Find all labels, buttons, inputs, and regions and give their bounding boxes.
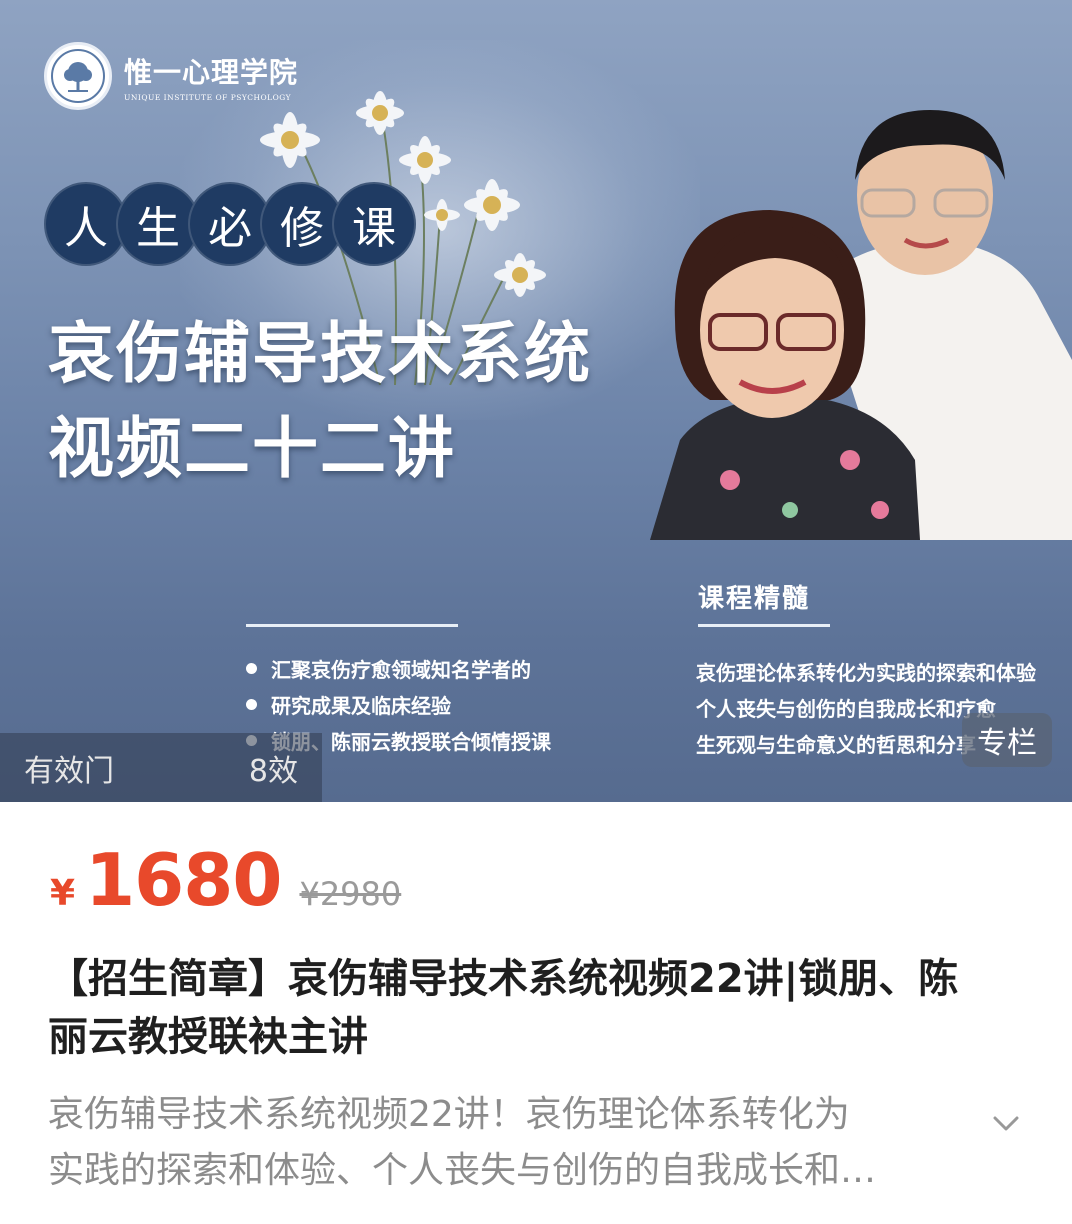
list-item: 研究成果及临床经验 bbox=[246, 686, 551, 722]
original-price: ¥2980 bbox=[299, 875, 402, 913]
tree-logo-icon bbox=[44, 42, 112, 110]
price-row: ¥ 1680 ¥2980 bbox=[50, 838, 401, 922]
pill-char: 课 bbox=[332, 182, 416, 266]
current-price: 1680 bbox=[85, 838, 282, 922]
course-banner[interactable]: 惟一心理学院 UNIQUE INSTITUTE OF PSYCHOLOGY 人 … bbox=[0, 0, 1072, 802]
banner-headline-line1: 哀伤辅导技术系统 bbox=[48, 315, 592, 392]
course-title: 【招生简章】哀伤辅导技术系统视频22讲|锁朋、陈丽云教授联袂主讲 bbox=[48, 956, 959, 1060]
bullet-text: 汇聚哀伤疗愈领域知名学者的 bbox=[271, 657, 531, 682]
bullet-dot-icon bbox=[246, 662, 257, 674]
watermark-overlay: 有效门 8效 bbox=[0, 733, 322, 802]
watermark-text-left: 有效门 bbox=[24, 753, 114, 789]
currency-symbol: ¥ bbox=[50, 873, 76, 914]
expand-description-button[interactable] bbox=[986, 1104, 1026, 1144]
column-badge: 专栏 bbox=[962, 713, 1052, 767]
bullets-divider bbox=[246, 624, 458, 627]
life-course-pills: 人 生 必 修 课 bbox=[44, 182, 416, 266]
bullet-text: 研究成果及临床经验 bbox=[271, 693, 451, 718]
essence-divider bbox=[698, 624, 830, 627]
banner-headline-line2: 视频二十二讲 bbox=[48, 410, 456, 487]
chevron-down-icon bbox=[993, 1116, 1019, 1131]
instructor-portraits bbox=[650, 110, 1072, 540]
list-item: 汇聚哀伤疗愈领域知名学者的 bbox=[246, 650, 551, 686]
course-description[interactable]: 哀伤辅导技术系统视频22讲！哀伤理论体系转化为 实践的探索和体验、个人丧失与创伤… bbox=[48, 1087, 968, 1199]
list-item: 哀伤理论体系转化为实践的探索和体验 bbox=[696, 661, 1036, 685]
description-line: 哀伤辅导技术系统视频22讲！哀伤理论体系转化为 bbox=[48, 1094, 850, 1135]
essence-title: 课程精髓 bbox=[698, 584, 811, 614]
watermark-text-right: 8效 bbox=[248, 753, 298, 789]
description-line: 实践的探索和体验、个人丧失与创伤的自我成长和… bbox=[48, 1150, 877, 1191]
bullet-dot-icon bbox=[246, 698, 257, 710]
